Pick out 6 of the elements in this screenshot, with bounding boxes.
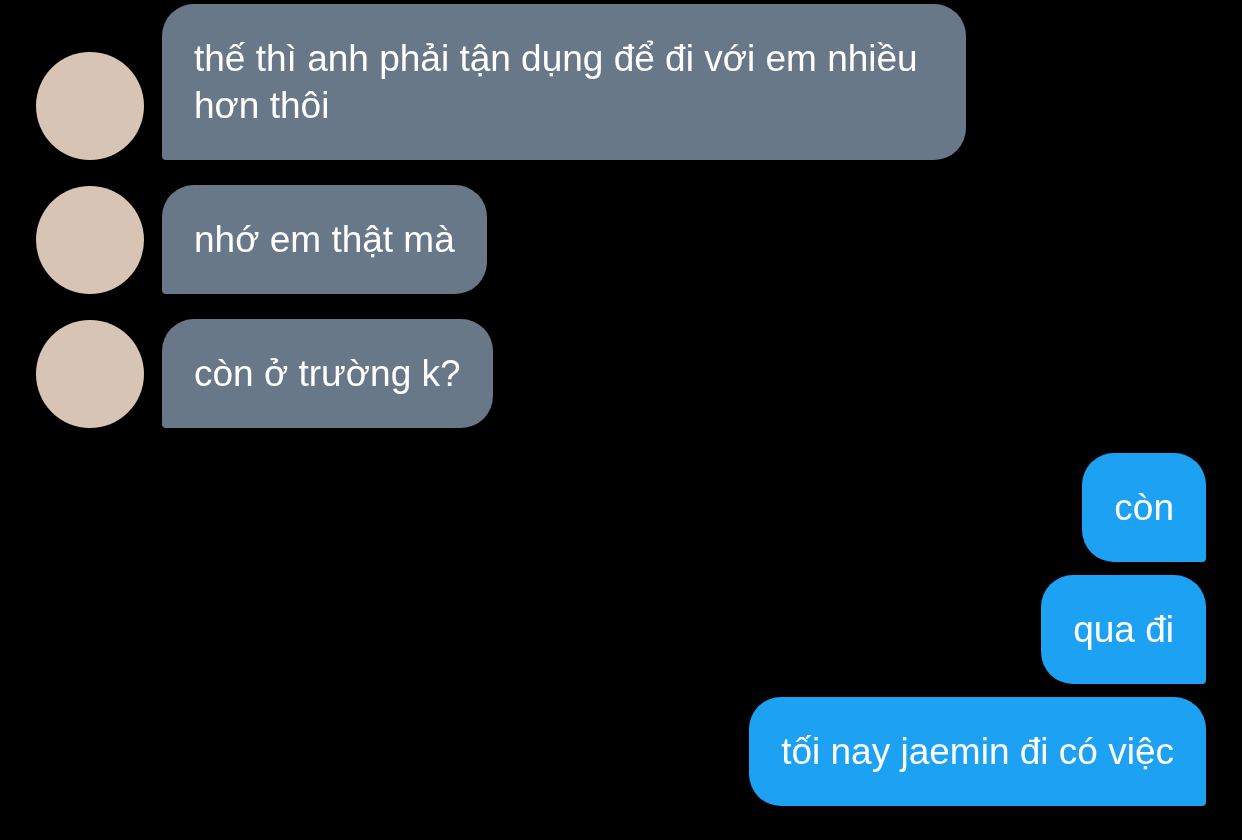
received-message-bubble: còn ở trường k? [162, 319, 493, 428]
sent-message-bubble: còn [1082, 453, 1206, 562]
sent-message-bubble: tối nay jaemin đi có việc [749, 697, 1206, 806]
sent-message-bubble: qua đi [1041, 575, 1206, 684]
received-message-bubble: nhớ em thật mà [162, 185, 487, 294]
received-message-bubble: thế thì anh phải tận dụng để đi với em nhiều hơn thôi [162, 4, 966, 160]
